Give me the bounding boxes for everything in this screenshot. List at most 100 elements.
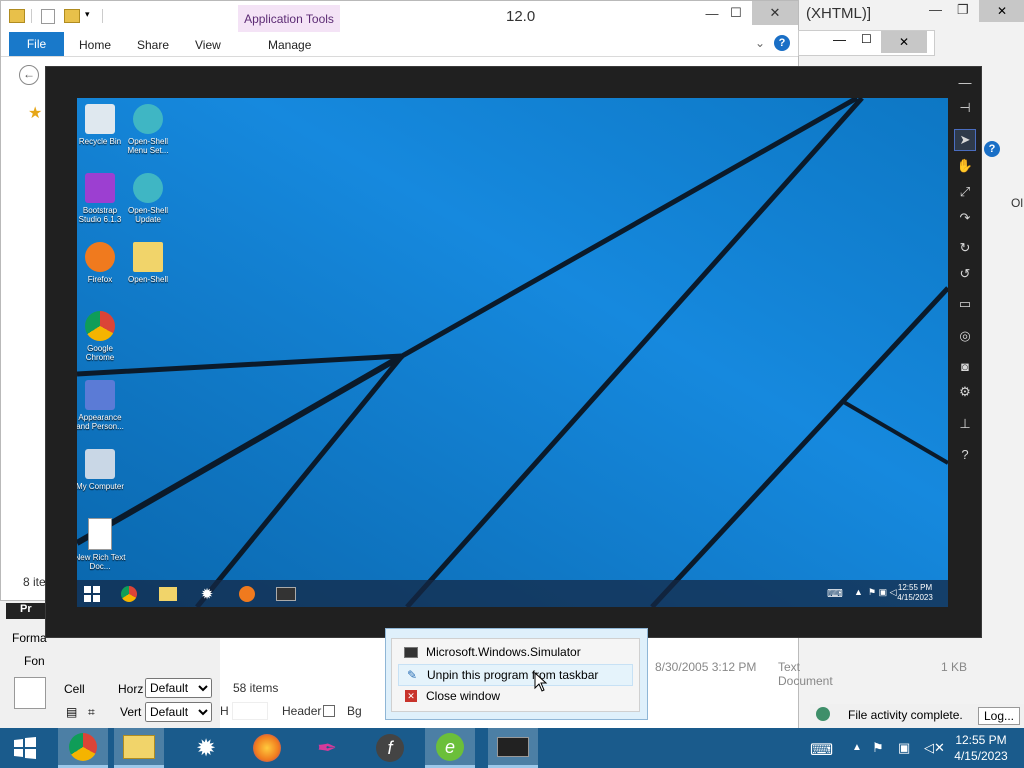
keyboard-icon[interactable]: ⌨ bbox=[827, 587, 843, 600]
folder-icon[interactable] bbox=[9, 9, 25, 23]
customize-qat-icon[interactable]: ▾ bbox=[85, 9, 90, 20]
simulator-taskbar-button[interactable] bbox=[488, 728, 538, 768]
dreamweaver-taskbar-button[interactable]: e bbox=[425, 728, 475, 768]
right-status-bar: File activity complete. Log... bbox=[810, 704, 1024, 728]
right-side-text: Ol bbox=[1011, 196, 1023, 210]
tab-view[interactable]: View bbox=[195, 38, 221, 52]
new-folder-icon[interactable] bbox=[64, 9, 80, 23]
screenshot-camera-icon[interactable]: ◙ bbox=[955, 356, 975, 376]
file-size: 1 KB bbox=[941, 660, 968, 674]
folder-icon bbox=[133, 242, 163, 272]
start-button[interactable] bbox=[0, 728, 50, 768]
taskbar: ✹ ✒ f e ⌨ ▲ ⚑ ▣ ◁✕ 12:55 PM 4/15/2023 bbox=[0, 728, 1024, 768]
status-items: 58 items bbox=[233, 681, 279, 695]
jump-list-items: Microsoft.Windows.Simulator ✎ Unpin this… bbox=[391, 638, 640, 712]
flash-taskbar-button[interactable]: f bbox=[365, 728, 415, 768]
properties-icon[interactable] bbox=[41, 9, 55, 24]
horz-label: Horz bbox=[118, 682, 144, 696]
recycle-bin-icon bbox=[85, 104, 115, 134]
touch-hand-icon[interactable]: ✋ bbox=[955, 156, 975, 176]
desktop-icon-appearance[interactable]: Appearance and Person... bbox=[77, 380, 126, 431]
settings-gear-icon[interactable]: ⚙ bbox=[955, 382, 975, 402]
minimize-icon[interactable]: — bbox=[955, 72, 975, 92]
simulator-screen[interactable]: Recycle Bin Open-Shell Menu Set... Boots… bbox=[77, 98, 948, 607]
firefox-taskbar-icon[interactable] bbox=[235, 583, 259, 605]
height-input[interactable] bbox=[232, 702, 268, 720]
menu-item-unpin[interactable]: ✎ Unpin this program from taskbar bbox=[398, 664, 633, 686]
tab-file[interactable]: File bbox=[9, 32, 64, 56]
menu-item-close-window[interactable]: ✕ Close window bbox=[398, 686, 631, 706]
show-hidden-icons-chevron[interactable]: ▲ bbox=[852, 742, 862, 753]
monitor-taskbar-icon[interactable] bbox=[274, 583, 298, 605]
help-icon[interactable]: ? bbox=[955, 444, 975, 464]
desktop-icon-my-computer[interactable]: My Computer bbox=[77, 449, 126, 491]
favorites-star-icon[interactable]: ★ bbox=[28, 103, 42, 123]
taskbar-clock[interactable]: 12:55 PM 4/15/2023 bbox=[946, 732, 1016, 764]
action-center-flag-icon[interactable]: ⚑ bbox=[872, 740, 884, 756]
desktop-icon-recycle-bin[interactable]: Recycle Bin bbox=[77, 104, 126, 146]
pin-icon[interactable]: ⊣ bbox=[955, 98, 975, 118]
help-icon[interactable]: ? bbox=[984, 141, 1000, 157]
desktop-icon-firefox[interactable]: Firefox bbox=[77, 242, 126, 284]
chrome-icon bbox=[85, 311, 115, 341]
font-label: Fon bbox=[24, 654, 45, 668]
log-button[interactable]: Log... bbox=[978, 707, 1020, 725]
split-cell-icon[interactable]: ⌗ bbox=[88, 705, 95, 720]
rotate-touch-icon[interactable]: ↷ bbox=[955, 208, 975, 228]
desktop-icon-new-rich-text[interactable]: New Rich Text Doc... bbox=[77, 518, 126, 571]
desktop-icon-open-shell-update[interactable]: Open-Shell Update bbox=[122, 173, 174, 224]
windows-logo-icon bbox=[84, 586, 100, 602]
tab-home[interactable]: Home bbox=[79, 38, 111, 52]
panel-header[interactable]: Pr bbox=[6, 603, 46, 619]
tab-share[interactable]: Share bbox=[137, 38, 169, 52]
horz-select[interactable]: Default bbox=[145, 678, 212, 698]
header-checkbox[interactable] bbox=[323, 705, 335, 717]
simulator-clock[interactable]: 12:55 PM 4/15/2023 bbox=[892, 583, 938, 603]
maximize-button[interactable]: ☐ bbox=[861, 32, 872, 46]
chrome-taskbar-icon[interactable] bbox=[117, 583, 141, 605]
start-button[interactable] bbox=[80, 583, 104, 605]
network-icon[interactable]: ▣ bbox=[898, 740, 910, 756]
close-button[interactable]: ✕ bbox=[752, 1, 798, 25]
desktop-icon-open-shell-menu[interactable]: Open-Shell Menu Set... bbox=[122, 104, 174, 155]
merge-cells-icon[interactable]: ▤ bbox=[66, 705, 77, 719]
chrome-taskbar-button[interactable] bbox=[58, 728, 108, 768]
file-explorer-taskbar-button[interactable] bbox=[114, 728, 164, 768]
settings-taskbar-button[interactable]: ✹ bbox=[181, 728, 231, 768]
mouse-pointer-icon[interactable]: ➤ bbox=[954, 129, 976, 151]
desktop-icon-google-chrome[interactable]: Google Chrome bbox=[77, 311, 126, 362]
rotate-counterclockwise-icon[interactable]: ↺ bbox=[955, 264, 975, 284]
right-minimize-button[interactable]: — bbox=[929, 2, 942, 17]
right-close-button[interactable]: ✕ bbox=[979, 0, 1024, 22]
desktop-icon-bootstrap-studio[interactable]: Bootstrap Studio 6.1.3 bbox=[77, 173, 126, 224]
mouse-cursor-icon bbox=[534, 672, 548, 692]
firefox-taskbar-button[interactable] bbox=[242, 728, 292, 768]
desktop-icon-open-shell[interactable]: Open-Shell bbox=[122, 242, 174, 284]
file-explorer-taskbar-icon[interactable] bbox=[156, 583, 180, 605]
help-icon[interactable]: ? bbox=[774, 35, 790, 51]
dreamweaver-icon: e bbox=[436, 732, 464, 761]
items-count: 8 ite bbox=[23, 575, 46, 589]
menu-item-simulator[interactable]: Microsoft.Windows.Simulator bbox=[398, 642, 631, 662]
divider bbox=[102, 9, 103, 23]
unpin-icon: ✎ bbox=[406, 668, 418, 682]
expand-ribbon-icon[interactable]: ⌄ bbox=[755, 36, 765, 50]
close-button[interactable]: ✕ bbox=[881, 31, 927, 53]
back-arrow-icon[interactable]: ← bbox=[19, 65, 39, 85]
vert-select[interactable]: Default bbox=[145, 702, 212, 722]
network-icon[interactable]: ⊥ bbox=[955, 414, 975, 434]
rotate-clockwise-icon[interactable]: ↻ bbox=[955, 238, 975, 258]
volume-muted-icon[interactable]: ◁✕ bbox=[924, 740, 945, 756]
keyboard-icon[interactable]: ⌨ bbox=[810, 740, 833, 760]
change-resolution-icon[interactable]: ▭ bbox=[955, 294, 975, 314]
show-hidden-icons[interactable]: ▲ bbox=[854, 587, 863, 597]
pinch-zoom-icon[interactable]: ⤢ bbox=[955, 182, 975, 202]
table-layout-icon[interactable] bbox=[14, 677, 46, 709]
location-icon[interactable]: ◎ bbox=[955, 326, 975, 346]
open-shell-update-icon bbox=[133, 173, 163, 203]
right-maximize-button[interactable]: ❐ bbox=[957, 2, 969, 18]
feather-app-taskbar-button[interactable]: ✒ bbox=[302, 728, 352, 768]
tab-manage[interactable]: Manage bbox=[268, 38, 311, 52]
settings-sun-taskbar-icon[interactable]: ✹ bbox=[195, 583, 219, 605]
minimize-button[interactable]: — bbox=[833, 32, 846, 47]
